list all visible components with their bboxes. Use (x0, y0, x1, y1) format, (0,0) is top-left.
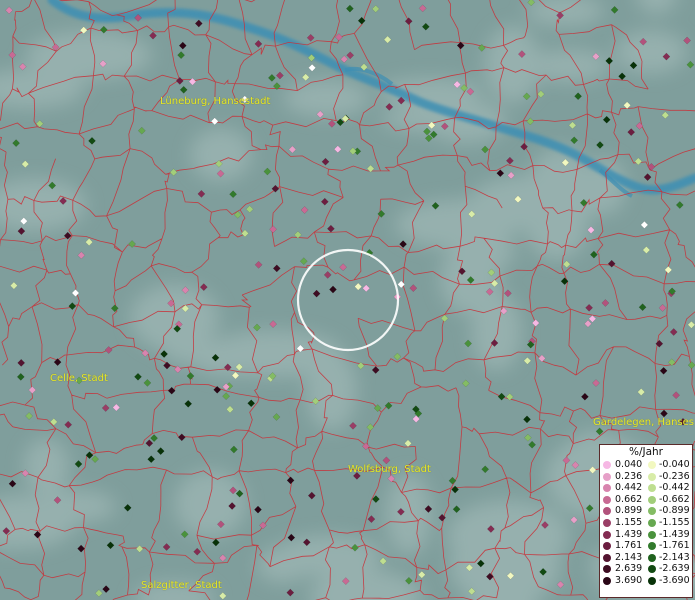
legend-title: %/Jahr (628, 446, 664, 458)
legend-row: 0.236 -0.236 (600, 471, 692, 483)
legend-value-positive: 1.439 (615, 528, 643, 540)
legend-row: 1.155 -1.155 (600, 517, 692, 529)
legend-swatch-negative (648, 565, 656, 574)
legend-row: 0.899 -0.899 (600, 505, 692, 517)
legend-swatch-positive (603, 576, 611, 585)
legend-value-positive: 2.639 (615, 563, 643, 575)
legend-swatch-positive (603, 484, 611, 493)
cloud-patch (386, 473, 432, 555)
legend-row: 1.439 -1.439 (600, 529, 692, 541)
legend-value-positive: 3.690 (615, 574, 643, 586)
legend-row: 0.662 -0.662 (600, 494, 692, 506)
legend-swatch-negative (648, 472, 656, 481)
legend-swatch-positive (603, 461, 611, 469)
legend-value-negative: -0.442 (659, 482, 690, 494)
legend-value-negative: -2.639 (659, 563, 690, 575)
legend-swatch-positive (603, 565, 611, 574)
city-label-salzgitter: Salzgitter, Stadt (141, 580, 222, 591)
legend-value-positive: 0.662 (615, 493, 643, 505)
legend-value-negative: -1.439 (659, 528, 690, 540)
legend-swatch-negative (648, 518, 656, 527)
cloud-patch (484, 26, 541, 103)
city-label-lueneburg: Lüneburg, Hansestadt (160, 96, 271, 107)
legend-value-positive: 0.236 (615, 470, 643, 482)
legend-swatch-positive (603, 507, 611, 516)
map-canvas[interactable] (0, 0, 695, 600)
legend-row: 2.639 -2.639 (600, 563, 692, 575)
legend-swatch-positive (603, 472, 611, 481)
legend-value-positive: 0.899 (615, 505, 643, 517)
legend-swatch-positive (603, 530, 611, 539)
legend-swatch-negative (648, 576, 656, 585)
legend-value-negative: -1.155 (659, 516, 690, 528)
legend-swatch-negative (648, 495, 656, 504)
legend-swatch-negative (648, 553, 656, 562)
cloud-patch (525, 187, 589, 261)
legend-row: 0.442 -0.442 (600, 482, 692, 494)
legend-value-negative: -2.143 (659, 551, 690, 563)
legend-swatch-positive (603, 518, 611, 527)
cloud-patch (25, 30, 153, 80)
legend-value-negative: -3.690 (659, 574, 690, 586)
city-label-gardelegen: Gardelegen, Hanses (593, 417, 694, 428)
map-view[interactable]: Lüneburg, Hansestadt Celle, Stadt Gardel… (0, 0, 695, 600)
legend-value-positive: 2.143 (615, 551, 643, 563)
legend-value-negative: -0.899 (659, 505, 690, 517)
legend-value-negative: -1.761 (659, 540, 690, 552)
legend-swatch-negative (648, 484, 656, 493)
legend-row: 1.761 -1.761 (600, 540, 692, 552)
cloud-patch (36, 490, 116, 523)
map-legend: %/Jahr 0.040 -0.040 0.236 -0.236 0.442 -0.442… (599, 444, 693, 598)
legend-value-positive: 1.155 (615, 516, 643, 528)
legend-value-negative: -0.236 (659, 470, 690, 482)
legend-value-positive: 0.040 (615, 459, 643, 470)
cloud-patch (174, 470, 247, 538)
legend-value-positive: 0.442 (615, 482, 643, 494)
legend-swatch-negative (648, 542, 656, 551)
city-label-wolfsburg: Wolfsburg, Stadt (348, 464, 431, 475)
legend-swatch-positive (603, 542, 611, 551)
legend-swatch-positive (603, 495, 611, 504)
legend-swatch-negative (648, 461, 656, 469)
legend-rows: 0.040 -0.040 0.236 -0.236 0.442 -0.442 0.662 -0… (600, 459, 692, 587)
legend-row: 0.040 -0.040 (600, 459, 692, 471)
legend-row: 2.143 -2.143 (600, 552, 692, 564)
city-label-celle: Celle, Stadt (50, 373, 108, 384)
legend-swatch-positive (603, 553, 611, 562)
legend-value-positive: 1.761 (615, 540, 643, 552)
cloud-patch (23, 438, 69, 495)
legend-value-negative: -0.040 (659, 459, 690, 470)
cloud-patch (161, 319, 208, 365)
legend-row: 3.690 -3.690 (600, 575, 692, 587)
legend-value-negative: -0.662 (659, 493, 690, 505)
legend-swatch-negative (648, 507, 656, 516)
legend-swatch-negative (648, 530, 656, 539)
cloud-patch (305, 350, 357, 431)
cloud-patch (615, 30, 687, 74)
